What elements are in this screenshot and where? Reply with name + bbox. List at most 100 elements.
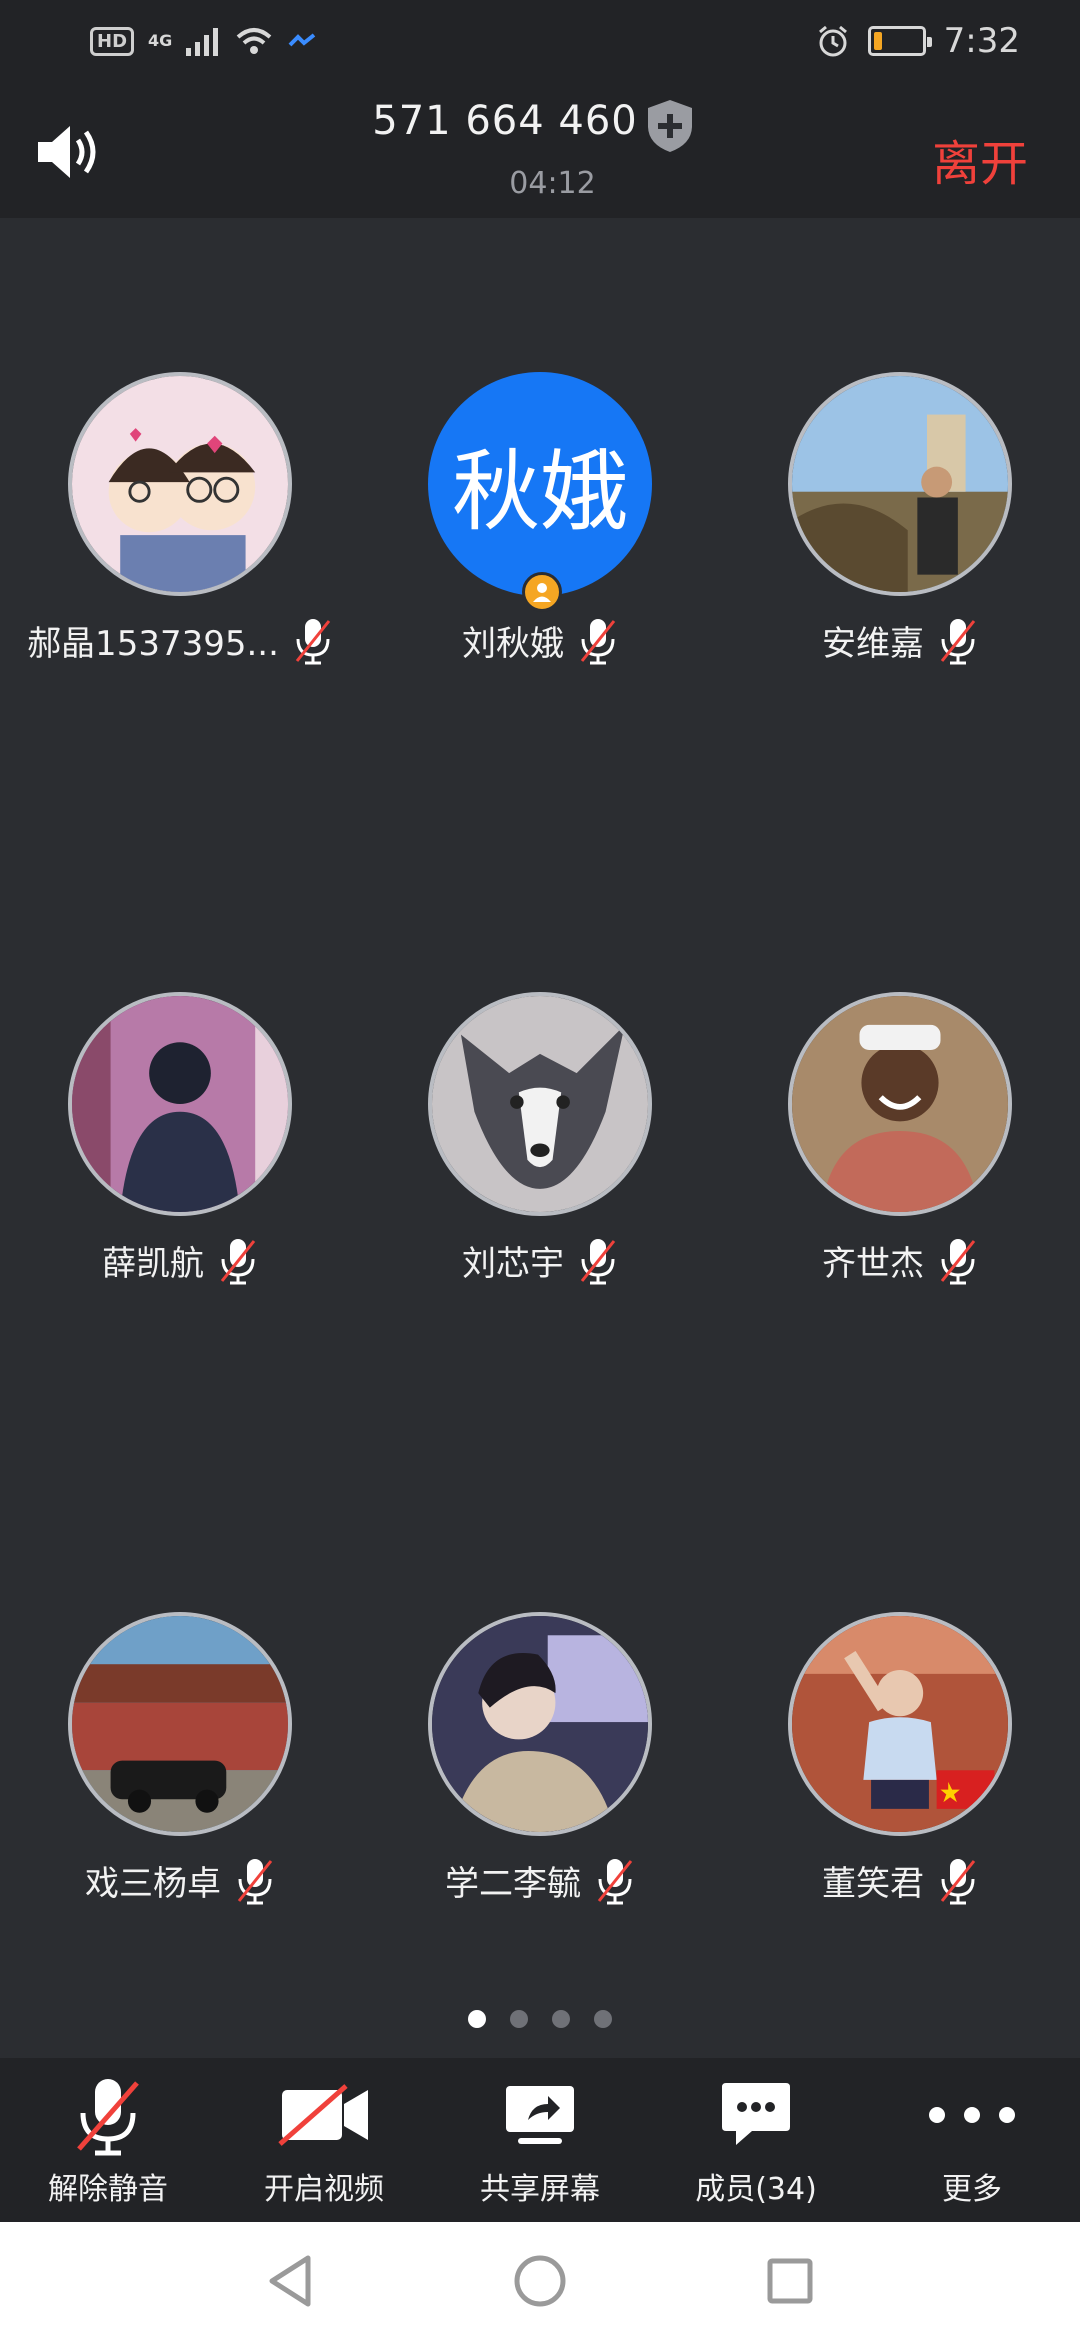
mic-off-icon <box>580 1238 616 1284</box>
participant-name: 学二李毓 <box>445 1864 581 1904</box>
page-dot-3[interactable] <box>552 2010 570 2028</box>
home-circle-icon <box>514 2255 566 2307</box>
participant-name-row: 刘芯宇 <box>360 1236 720 1285</box>
participant-tile[interactable]: 秋娥 刘秋娥 <box>360 372 720 692</box>
network-type: 4G <box>148 31 173 50</box>
mic-off-icon <box>940 618 976 664</box>
avatar <box>428 1612 652 1836</box>
recents-square-icon <box>767 2258 813 2304</box>
avatar-image <box>72 1616 288 1832</box>
avatar <box>788 372 1012 596</box>
avatar <box>788 1612 1012 1836</box>
participant-name: 戏三杨卓 <box>85 1864 221 1904</box>
avatar-image <box>792 1616 1008 1832</box>
participant-tile[interactable]: 郝晶1537395... <box>0 372 360 692</box>
page-dot-2[interactable] <box>510 2010 528 2028</box>
participant-name: 董笑君 <box>822 1864 924 1904</box>
participant-tile[interactable]: 安维嘉 <box>720 372 1080 692</box>
nav-home-button[interactable] <box>510 2251 570 2311</box>
members-button[interactable]: 成员(34) <box>648 2058 864 2222</box>
hd-badge: HD <box>90 26 135 56</box>
participant-tile[interactable]: 薛凯航 <box>0 992 360 1312</box>
participant-name-row: 刘秋娥 <box>360 616 720 665</box>
status-bar: HD 4G 7:32 <box>0 0 1080 82</box>
mic-off-icon <box>940 1238 976 1284</box>
unmute-label: 解除静音 <box>48 2172 168 2207</box>
participant-name-row: 安维嘉 <box>720 616 1080 665</box>
nav-recents-button[interactable] <box>760 2251 820 2311</box>
meeting-id[interactable]: 571 664 460 <box>0 98 1010 144</box>
participant-name: 刘芯宇 <box>462 1244 564 1284</box>
more-button[interactable]: 更多 <box>864 2058 1080 2222</box>
avatar-image <box>432 1616 648 1832</box>
mic-off-icon <box>77 2079 139 2156</box>
host-user-icon <box>533 583 551 602</box>
participant-name: 薛凯航 <box>102 1244 204 1284</box>
avatar <box>68 1612 292 1836</box>
start-video-button[interactable]: 开启视频 <box>216 2058 432 2222</box>
participant-tile[interactable]: 董笑君 <box>720 1612 1080 1932</box>
participant-grid: 郝晶1537395... 秋娥 刘秋娥 安维嘉 薛凯航 刘芯宇 齐世杰 戏三杨卓… <box>0 218 1080 2058</box>
share-screen-icon <box>506 2086 574 2144</box>
avatar-image <box>72 376 288 592</box>
unmute-button[interactable]: 解除静音 <box>0 2058 216 2222</box>
avatar-image <box>792 376 1008 592</box>
mic-off-icon <box>597 1858 633 1904</box>
avatar-image <box>72 996 288 1212</box>
participant-name: 齐世杰 <box>822 1244 924 1284</box>
wifi-icon <box>236 28 272 54</box>
participant-name-row: 齐世杰 <box>720 1236 1080 1285</box>
participant-tile[interactable]: 刘芯宇 <box>360 992 720 1312</box>
avatar <box>428 992 652 1216</box>
chat-bubble-icon <box>722 2083 790 2145</box>
clock: 7:32 <box>943 21 1020 61</box>
participant-name-row: 戏三杨卓 <box>0 1856 360 1905</box>
participant-name-row: 郝晶1537395... <box>0 616 360 665</box>
video-off-icon <box>278 2084 368 2146</box>
page-dot-1[interactable] <box>468 2010 486 2028</box>
page-dot-4[interactable] <box>594 2010 612 2028</box>
meeting-timer: 04:12 <box>509 166 596 201</box>
avatar <box>788 992 1012 1216</box>
avatar <box>68 992 292 1216</box>
battery-icon <box>867 26 932 56</box>
participant-tile[interactable]: 戏三杨卓 <box>0 1612 360 1932</box>
mic-off-icon <box>295 618 331 664</box>
meeting-toolbar: 解除静音 开启视频 共享屏幕 成员(34) 更多 <box>0 2058 1080 2222</box>
host-badge <box>522 572 562 612</box>
nav-back-button[interactable] <box>260 2251 320 2311</box>
participant-name: 刘秋娥 <box>462 624 564 664</box>
page-indicator <box>0 2010 1080 2028</box>
mic-off-icon <box>237 1858 273 1904</box>
participant-name: 安维嘉 <box>822 624 924 664</box>
avatar-initials: 秋娥 <box>428 372 652 596</box>
data-sync-icon <box>288 33 316 47</box>
status-left: HD 4G <box>90 25 318 57</box>
back-triangle-icon <box>269 2255 311 2307</box>
leave-button[interactable]: 离开 <box>932 124 1028 194</box>
participant-name-row: 薛凯航 <box>0 1236 360 1285</box>
avatar-image <box>432 996 648 1212</box>
mic-off-icon <box>940 1858 976 1904</box>
participant-name-row: 学二李毓 <box>360 1856 720 1905</box>
start-video-label: 开启视频 <box>264 2172 384 2207</box>
avatar: 秋娥 <box>428 372 652 596</box>
avatar <box>68 372 292 596</box>
battery-level <box>873 32 882 50</box>
avatar-image <box>792 996 1008 1212</box>
signal-icon <box>186 28 219 56</box>
share-screen-button[interactable]: 共享屏幕 <box>432 2058 648 2222</box>
mic-off-icon <box>220 1238 256 1284</box>
mic-off-icon <box>580 618 616 664</box>
participant-name-row: 董笑君 <box>720 1856 1080 1905</box>
participant-tile[interactable]: 学二李毓 <box>360 1612 720 1932</box>
more-label: 更多 <box>942 2172 1002 2207</box>
share-screen-label: 共享屏幕 <box>480 2172 600 2207</box>
alarm-icon <box>818 25 847 57</box>
participant-tile[interactable]: 齐世杰 <box>720 992 1080 1312</box>
status-right: 7:32 <box>816 21 1020 61</box>
participant-name: 郝晶1537395... <box>27 624 279 664</box>
shield-icon[interactable] <box>645 98 695 154</box>
members-label: 成员(34) <box>695 2172 817 2207</box>
meeting-header: 571 664 460 04:12 离开 <box>0 82 1080 218</box>
